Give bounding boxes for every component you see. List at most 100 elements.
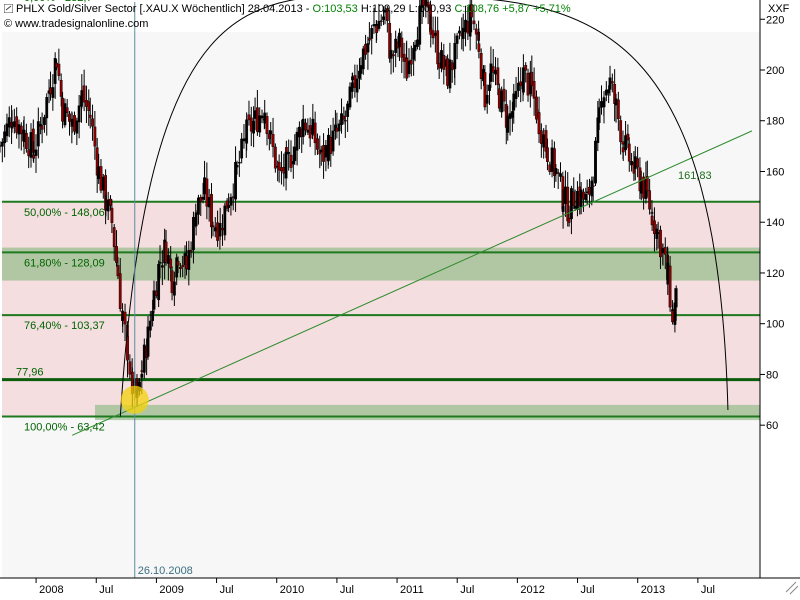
header-close: C:108,76 <box>454 3 500 15</box>
candle-body <box>431 30 435 39</box>
candle-body <box>27 149 31 156</box>
candle-body <box>582 191 585 200</box>
candle-body <box>546 147 549 162</box>
candle-body <box>280 167 283 172</box>
candle-body <box>389 49 393 59</box>
y-tick-label: 140 <box>766 217 784 229</box>
candle-body <box>146 326 150 357</box>
candle-body <box>128 361 132 375</box>
candle-body <box>474 28 478 35</box>
candle-body <box>106 199 110 212</box>
candle-body <box>530 71 534 86</box>
candle-body <box>199 197 203 202</box>
candle-body <box>567 218 571 223</box>
candle-body <box>245 119 249 144</box>
candle-body <box>269 130 273 135</box>
candle-body <box>329 136 333 154</box>
candle-body <box>340 113 343 125</box>
candle-body <box>407 60 411 75</box>
candle-body <box>485 94 489 104</box>
candle-body <box>101 176 105 191</box>
candle-body <box>348 86 352 108</box>
candle-body <box>40 125 44 130</box>
candle-body <box>342 115 346 120</box>
candle-body <box>436 30 440 65</box>
candle-body <box>265 116 269 135</box>
candle-body <box>59 80 63 97</box>
candle-body <box>15 116 19 133</box>
candle-body <box>668 265 672 308</box>
x-tick-label: 2012 <box>520 584 544 596</box>
candle-body <box>570 188 573 220</box>
chart-window: 0,00% - 232,750,00% - 148,0661,80% - 128… <box>0 0 800 600</box>
candle-body <box>192 217 195 251</box>
candle-body <box>68 113 71 122</box>
candle-body <box>663 247 667 255</box>
candle-body <box>331 130 335 152</box>
candle-body <box>242 138 246 142</box>
candle-body <box>572 191 576 206</box>
candle-body <box>49 87 52 95</box>
candle-body <box>316 138 319 150</box>
candle-body <box>604 89 608 96</box>
candle-body <box>602 97 606 108</box>
candle-body <box>291 161 295 165</box>
candle-body <box>526 72 530 96</box>
candle-body <box>19 125 23 135</box>
candle-body <box>148 320 152 331</box>
candle-body <box>240 138 244 159</box>
candle-body <box>187 250 191 270</box>
candle-body <box>313 122 317 144</box>
candle-body <box>247 114 251 121</box>
candle-body <box>255 107 259 132</box>
candle-body <box>656 232 660 234</box>
candle-body <box>0 141 4 147</box>
candle-body <box>453 43 457 70</box>
candle-body <box>627 143 631 162</box>
candle-body <box>169 258 173 269</box>
candle-body <box>273 146 277 169</box>
candle-body <box>573 205 577 209</box>
candle-body <box>494 70 497 75</box>
candle-body <box>576 191 579 210</box>
candle-body <box>671 310 674 323</box>
candle-body <box>377 20 381 29</box>
candle-body <box>12 121 16 127</box>
y-tick-label: 180 <box>766 116 784 128</box>
candle-body <box>585 191 589 193</box>
candle-body <box>433 32 437 36</box>
candle <box>273 143 277 173</box>
candle-body <box>80 90 84 96</box>
candle-body <box>293 146 297 162</box>
candle-body <box>402 53 406 62</box>
candle-body <box>170 270 174 294</box>
y-tick-label: 60 <box>766 420 778 432</box>
candle-body <box>258 115 262 133</box>
candle-body <box>477 43 481 52</box>
header-open: O:103,53 <box>312 3 358 15</box>
candle-body <box>260 115 264 119</box>
candle-body <box>514 90 518 99</box>
candle-body <box>45 97 49 119</box>
candle-body <box>367 38 371 41</box>
highlight-marker <box>120 385 149 414</box>
candle-body <box>207 197 211 208</box>
candle-body <box>284 147 288 153</box>
candle-body <box>87 101 91 111</box>
candle-body <box>322 145 325 162</box>
candle-body <box>164 241 168 263</box>
date-vline-label: 26.10.2008 <box>138 565 193 577</box>
candle-body <box>500 90 504 113</box>
candle-body <box>653 220 656 235</box>
y-tick-label: 220 <box>766 14 784 26</box>
x-tick-label: 2013 <box>641 584 665 596</box>
candle-body <box>271 134 275 147</box>
candle-body <box>176 261 180 266</box>
candle-body <box>36 121 40 147</box>
fib-label: 100,00% - 63,42 <box>24 422 105 434</box>
candle-body <box>91 118 94 127</box>
candle-body <box>489 63 493 82</box>
candle-body <box>34 149 38 156</box>
candle-body <box>659 229 662 258</box>
candle-body <box>267 133 271 139</box>
